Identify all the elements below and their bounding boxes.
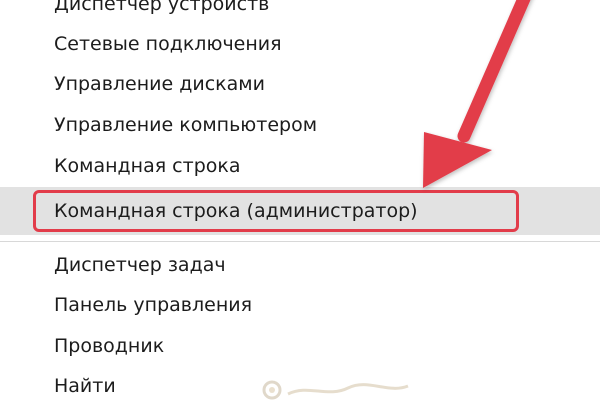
watermark-icon	[262, 380, 409, 400]
annotation-highlight-box	[33, 190, 519, 232]
menu-item-control-panel[interactable]: Панель управления	[54, 290, 252, 320]
menu-item-command-prompt[interactable]: Командная строка	[54, 151, 241, 181]
menu-item-computer-management[interactable]: Управление компьютером	[54, 110, 317, 140]
menu-item-search[interactable]: Найти	[54, 371, 116, 401]
menu-item-network-connections[interactable]: Сетевые подключения	[54, 29, 282, 59]
menu-item-file-explorer[interactable]: Проводник	[54, 331, 164, 361]
menu-separator	[0, 241, 600, 242]
menu-item-task-manager[interactable]: Диспетчер задач	[54, 250, 226, 280]
menu-item-device-manager[interactable]: Диспетчер устройств	[54, 0, 269, 19]
menu-item-disk-management[interactable]: Управление дисками	[54, 69, 265, 99]
